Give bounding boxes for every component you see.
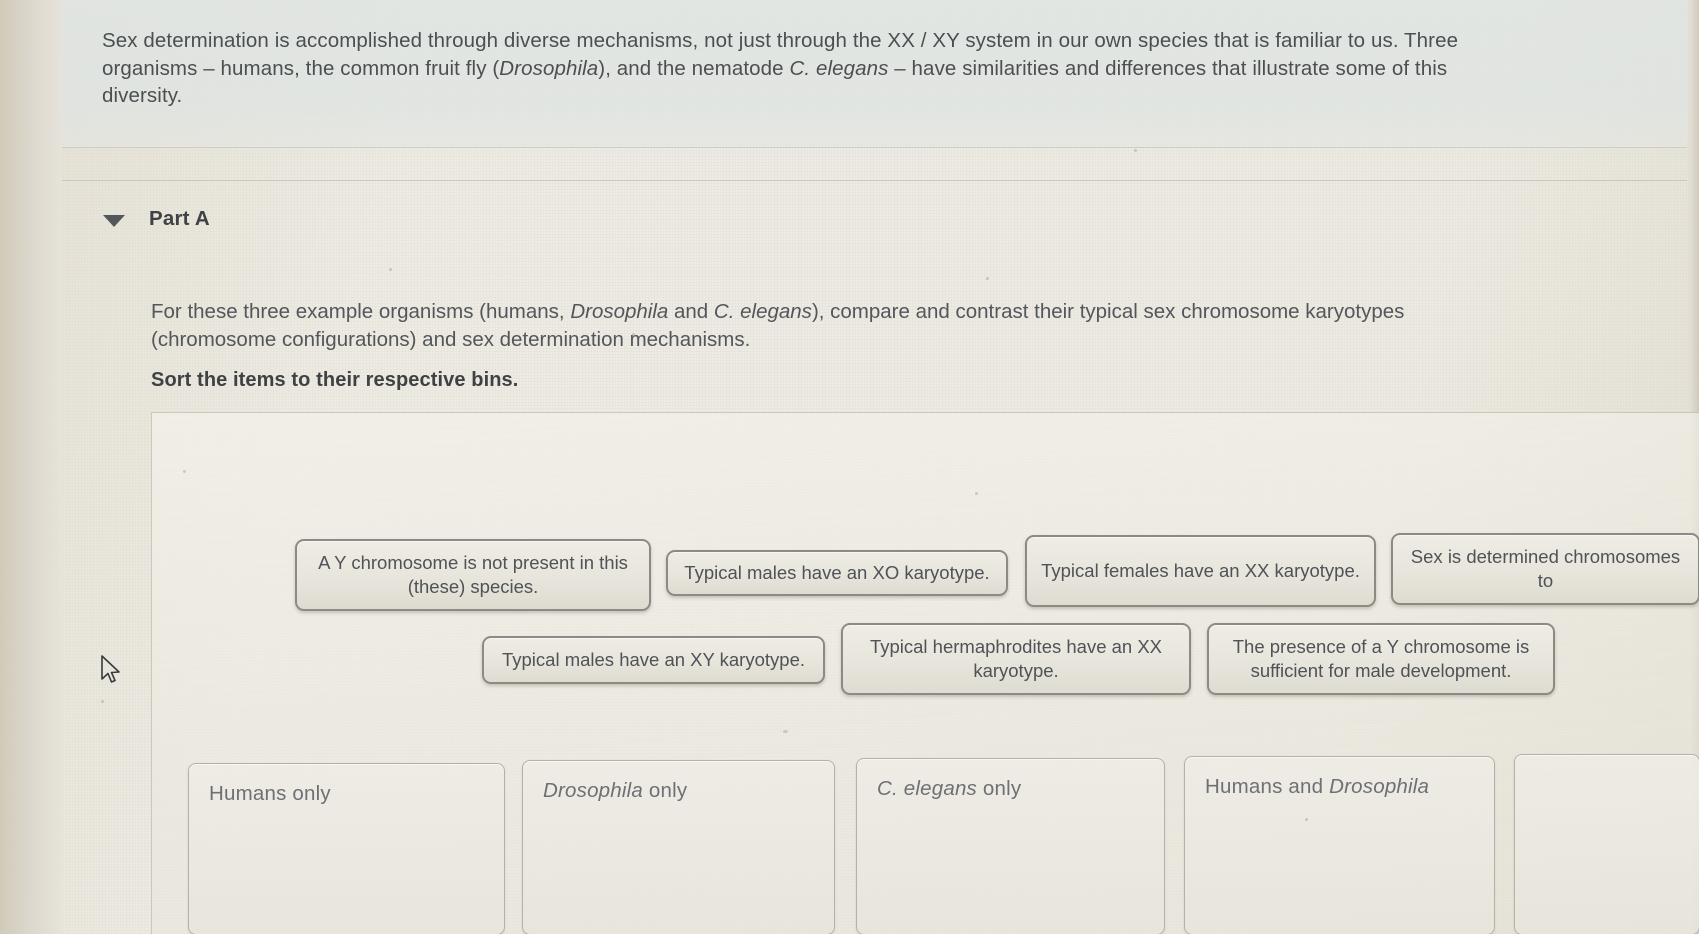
drop-bin[interactable]: Humans only [188,763,505,934]
photo-speck [183,470,186,473]
mouse-pointer-icon [101,655,120,683]
draggable-item-label: Sex is determined chromosomes to [1410,546,1681,591]
question-instruction: Sort the items to their respective bins. [151,369,519,391]
drop-bin-label: C. elegans only [877,777,1022,800]
intro-banner: Sex determination is accomplished throug… [62,0,1687,148]
draggable-item-label: The presence of a Y chromosome is suffic… [1232,636,1530,681]
draggable-item[interactable]: The presence of a Y chromosome is suffic… [1207,623,1555,695]
page-margin-left [0,0,62,934]
chevron-down-icon[interactable] [103,214,125,227]
drop-bin[interactable]: C. elegans only [856,758,1165,934]
drop-bin[interactable]: Humans and Drosophila [1184,756,1495,934]
part-divider [62,180,1687,181]
draggable-item-label: Typical hermaphrodites have an XX karyot… [869,636,1163,681]
photo-speck [975,492,978,495]
draggable-item[interactable]: Sex is determined chromosomes to [1391,533,1699,605]
photo-speck [632,333,635,336]
draggable-item[interactable]: Typical females have an XX karyotype. [1025,535,1376,607]
photo-speck [783,730,788,733]
draggable-item-label: A Y chromosome is not present in this (t… [318,552,628,597]
draggable-item[interactable]: Typical hermaphrodites have an XX karyot… [841,623,1191,695]
part-title: Part A [149,207,210,230]
draggable-item[interactable]: A Y chromosome is not present in this (t… [295,539,651,611]
page-root: Sex determination is accomplished throug… [0,0,1699,934]
drop-bin-label: Humans only [209,782,331,805]
intro-text: Sex determination is accomplished throug… [102,29,1459,107]
draggable-item-label: Typical males have an XO karyotype. [684,562,990,583]
draggable-item-label: Typical females have an XX karyotype. [1041,560,1360,581]
photo-speck [986,277,989,280]
drop-bin[interactable]: Drosophila only [522,760,835,934]
photo-speck [1134,149,1137,152]
drop-bin[interactable] [1514,754,1699,934]
photo-speck [1305,818,1308,821]
photo-speck [101,700,104,703]
draggable-item[interactable]: Typical males have an XY karyotype. [482,636,825,684]
draggable-item-label: Typical males have an XY karyotype. [501,649,805,670]
photo-speck [389,268,392,271]
drop-bin-label: Drosophila only [543,779,688,802]
draggable-item[interactable]: Typical males have an XO karyotype. [666,550,1008,596]
question-prompt: For these three example organisms (human… [151,300,1405,351]
drop-bin-label: Humans and Drosophila [1205,775,1430,798]
part-header[interactable]: Part A [103,207,210,231]
drag-and-drop-panel: A Y chromosome is not present in this (t… [151,412,1699,934]
